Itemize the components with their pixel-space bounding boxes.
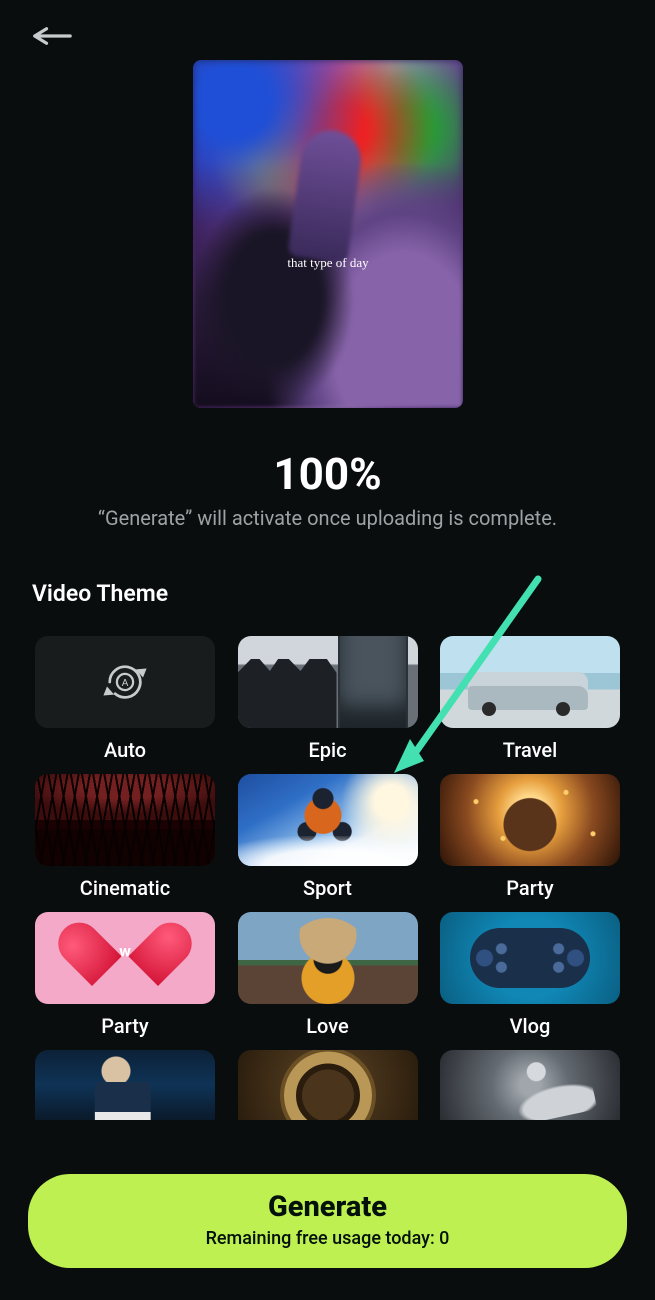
theme-cinematic-thumb[interactable]: [35, 774, 215, 866]
generate-button-subtitle: Remaining free usage today: 0: [206, 1228, 450, 1249]
theme-love-thumb[interactable]: [238, 912, 418, 1004]
theme-row4-a-thumb[interactable]: [35, 1050, 215, 1120]
preview-caption: that type of day: [193, 255, 463, 271]
theme-epic-label: Epic: [308, 738, 346, 762]
theme-travel: Travel: [440, 636, 620, 762]
theme-party2-thumb[interactable]: w: [35, 912, 215, 1004]
svg-text:A: A: [122, 678, 129, 689]
theme-party-label: Party: [506, 876, 553, 900]
upload-progress-message: “Generate” will activate once uploading …: [0, 506, 655, 530]
generate-button-title: Generate: [268, 1193, 387, 1222]
theme-party2: w Party: [35, 912, 215, 1038]
theme-party-thumb[interactable]: [440, 774, 620, 866]
theme-cinematic-label: Cinematic: [80, 876, 170, 900]
theme-auto-thumb[interactable]: A: [35, 636, 215, 728]
theme-vlog: Vlog: [440, 912, 620, 1038]
theme-vlog-thumb[interactable]: [440, 912, 620, 1004]
theme-row4-c-thumb[interactable]: [440, 1050, 620, 1120]
theme-auto-label: Auto: [104, 738, 146, 762]
theme-row4-b-thumb[interactable]: [238, 1050, 418, 1120]
theme-row4-b: [238, 1050, 418, 1120]
theme-travel-label: Travel: [503, 738, 557, 762]
theme-love-label: Love: [306, 1014, 349, 1038]
theme-party: Party: [440, 774, 620, 900]
generate-button[interactable]: Generate Remaining free usage today: 0: [28, 1174, 627, 1268]
theme-love: Love: [238, 912, 418, 1038]
theme-grid: A Auto Epic Travel Cinematic Sport Party…: [35, 636, 620, 1120]
theme-epic: Epic: [238, 636, 418, 762]
theme-party2-label: Party: [101, 1014, 148, 1038]
theme-vlog-label: Vlog: [510, 1014, 551, 1038]
theme-epic-thumb[interactable]: [238, 636, 418, 728]
selected-indicator: [238, 774, 418, 866]
theme-travel-thumb[interactable]: [440, 636, 620, 728]
auto-icon: A: [98, 659, 152, 705]
video-preview[interactable]: that type of day: [193, 60, 463, 408]
back-icon[interactable]: [32, 26, 72, 46]
theme-sport-label: Sport: [303, 876, 352, 900]
theme-row4-c: [440, 1050, 620, 1120]
section-title-video-theme: Video Theme: [32, 580, 168, 607]
theme-row4-a: [35, 1050, 215, 1120]
upload-progress-percent: 100%: [0, 448, 655, 500]
theme-auto: A Auto: [35, 636, 215, 762]
theme-sport-thumb[interactable]: [238, 774, 418, 866]
theme-sport: Sport: [238, 774, 418, 900]
theme-cinematic: Cinematic: [35, 774, 215, 900]
